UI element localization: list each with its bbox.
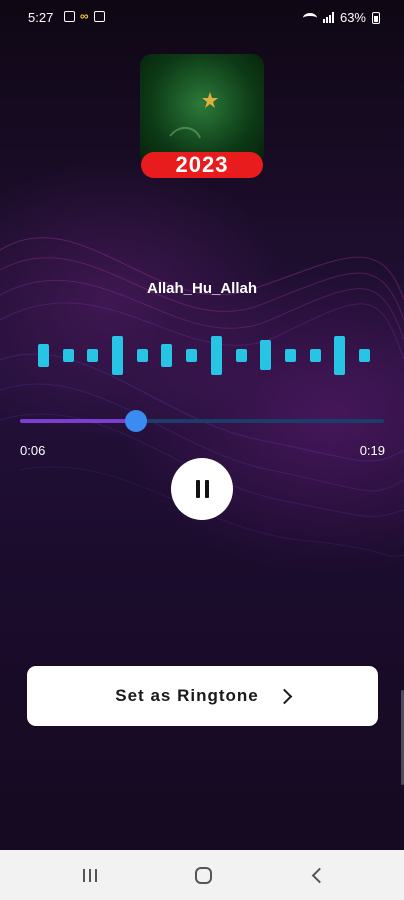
navigation-bar — [0, 850, 404, 900]
recent-apps-button[interactable] — [83, 869, 97, 882]
equalizer-bar — [309, 348, 321, 362]
equalizer-bar — [186, 348, 198, 362]
chevron-right-icon — [276, 688, 293, 705]
equalizer-bar — [235, 348, 247, 362]
status-bar: 5:27 ∞ 63% — [0, 0, 404, 34]
pause-button[interactable] — [171, 458, 233, 520]
set-as-ringtone-label: Set as Ringtone — [115, 686, 259, 705]
equalizer-bar — [87, 348, 99, 362]
notification-icon — [64, 11, 75, 22]
app-icon: 2023 — [140, 54, 264, 178]
equalizer-bar — [260, 340, 272, 370]
home-button[interactable] — [195, 867, 212, 884]
year-badge: 2023 — [141, 152, 263, 178]
equalizer-bar — [284, 348, 296, 362]
equalizer-bar — [358, 348, 370, 362]
signal-icon — [322, 12, 334, 23]
set-as-ringtone-button[interactable]: Set as Ringtone — [27, 666, 378, 726]
current-time: 0:06 — [20, 443, 46, 458]
battery-icon — [372, 11, 380, 24]
battery-percentage: 63% — [339, 10, 366, 25]
equalizer-bar — [38, 343, 49, 367]
equalizer-bar — [210, 335, 222, 375]
equalizer-bar — [334, 335, 346, 375]
wifi-icon — [302, 12, 317, 23]
status-notification-icons: ∞ — [64, 9, 105, 23]
sim-icon — [93, 11, 105, 22]
back-button[interactable] — [311, 867, 328, 884]
app-icon-tile — [140, 54, 264, 166]
player-screen: 5:27 ∞ 63% 2023 Allah_Hu_Allah 0:06 0:19… — [0, 0, 404, 850]
track-title: Allah_Hu_Allah — [146, 280, 258, 297]
equalizer-bar — [136, 348, 148, 362]
crescent-moon-star-icon — [169, 68, 246, 139]
infinity-icon: ∞ — [80, 9, 89, 23]
seek-bar[interactable] — [20, 410, 384, 432]
pause-icon — [195, 480, 209, 498]
total-time: 0:19 — [359, 443, 385, 458]
status-system-icons: 63% — [302, 10, 380, 25]
status-time: 5:27 — [28, 10, 54, 25]
equalizer-bar — [161, 343, 173, 367]
equalizer-bar — [62, 348, 74, 362]
seek-bar-fill — [20, 419, 137, 423]
equalizer-bar — [112, 335, 124, 375]
equalizer — [38, 330, 370, 380]
